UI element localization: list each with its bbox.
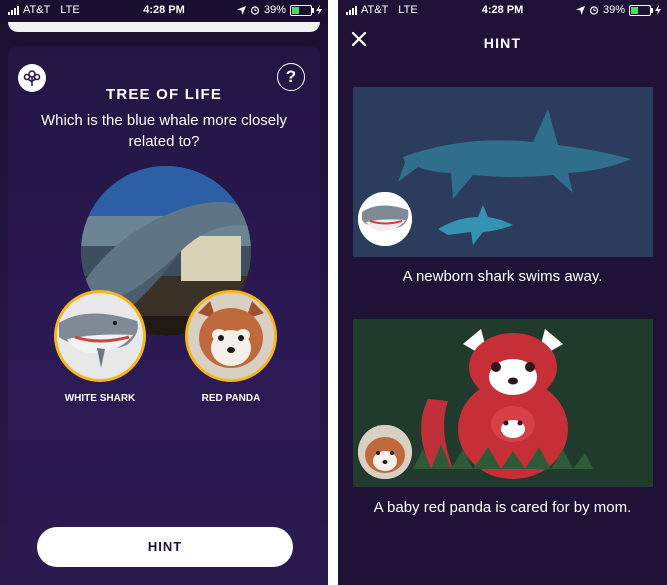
hint-screen: AT&T LTE 4:28 PM 39% HINT A newborn shar bbox=[338, 0, 667, 585]
white-shark-label: WHITE SHARK bbox=[64, 393, 136, 404]
location-arrow-icon bbox=[575, 5, 585, 15]
status-bar: AT&T LTE 4:28 PM 39% bbox=[338, 0, 667, 22]
hint-button[interactable]: HINT bbox=[37, 527, 293, 567]
location-arrow-icon bbox=[236, 5, 246, 15]
charging-icon bbox=[316, 5, 322, 15]
alarm-icon bbox=[589, 6, 599, 15]
alarm-icon bbox=[250, 6, 260, 15]
battery-percent: 39% bbox=[263, 4, 286, 16]
quiz-question: Which is the blue whale more closely rel… bbox=[41, 112, 287, 150]
red-panda-label: RED PANDA bbox=[201, 393, 261, 404]
battery-icon bbox=[629, 4, 653, 16]
quiz-screen: AT&T LTE 4:28 PM 39% ? TREE OF LIFE Whic… bbox=[0, 0, 328, 585]
white-shark-choice[interactable] bbox=[54, 290, 146, 382]
previous-card bbox=[8, 22, 320, 32]
charging-icon bbox=[655, 5, 661, 15]
status-right: 39% bbox=[236, 4, 322, 16]
red-panda-choice[interactable] bbox=[185, 290, 277, 382]
red-panda-thumbnail bbox=[358, 425, 412, 479]
battery-icon bbox=[290, 4, 314, 16]
status-bar: AT&T LTE 4:28 PM 39% bbox=[0, 0, 328, 22]
battery-percent: 39% bbox=[602, 4, 625, 16]
panda-hint-caption: A baby red panda is cared for by mom. bbox=[373, 499, 632, 516]
status-right: 39% bbox=[575, 4, 661, 16]
hint-title: HINT bbox=[483, 35, 522, 51]
shark-hint-caption: A newborn shark swims away. bbox=[402, 268, 603, 285]
shark-thumbnail bbox=[358, 192, 412, 246]
quiz-title: TREE OF LIFE bbox=[105, 86, 223, 103]
